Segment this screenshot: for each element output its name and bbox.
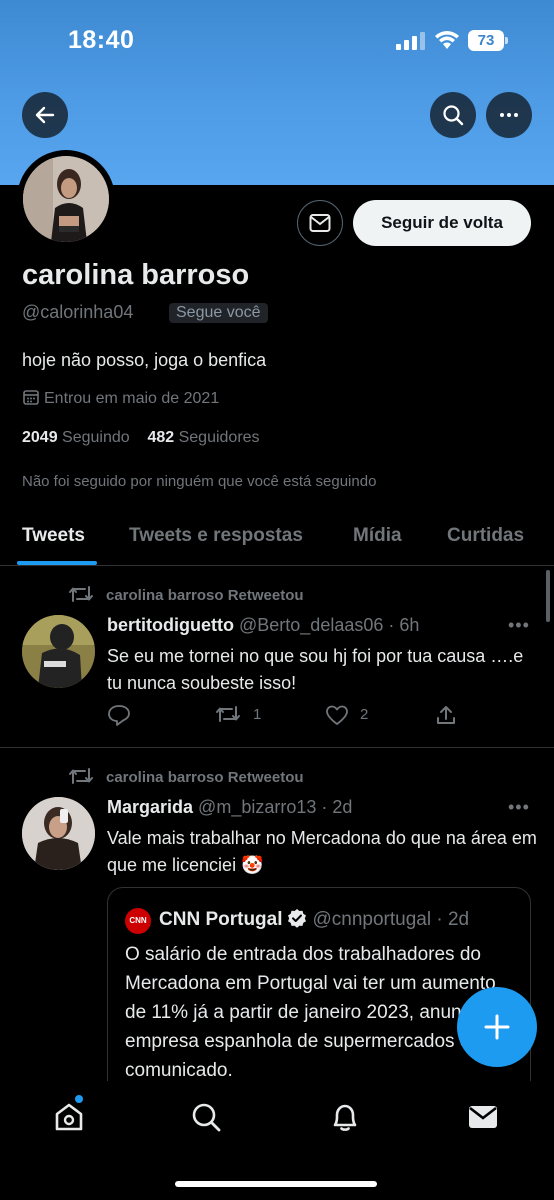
profile-avatar[interactable] <box>23 156 109 242</box>
following-count: 2049 <box>22 429 58 446</box>
tab-media[interactable]: Mídia <box>353 525 402 547</box>
compose-icon <box>484 1014 510 1040</box>
search-button[interactable] <box>430 92 476 138</box>
battery-level: 73 <box>468 30 504 51</box>
reply-icon <box>108 705 130 726</box>
retweet-icon <box>216 706 240 722</box>
profile-handle: @calorinha04 <box>22 302 134 322</box>
share-button[interactable] <box>435 704 457 730</box>
tweet-author-name[interactable]: bertitodiguetto <box>107 615 234 635</box>
profile-tabs: Tweets Tweets e respostas Mídia Curtidas <box>0 508 554 566</box>
nav-search[interactable] <box>190 1101 222 1138</box>
tweet-text: Se eu me tornei no que sou hj foi por tu… <box>107 646 524 693</box>
quoted-tweet[interactable]: CNN CNN Portugal @cnnportugal · 2d O sal… <box>107 887 531 1107</box>
tweet[interactable]: carolina barroso Retweetou bertitodiguet… <box>0 567 554 748</box>
status-time: 18:40 <box>68 26 135 54</box>
home-indicator <box>175 1181 377 1187</box>
quoted-tweet-text: O salário de entrada dos trabalhadores d… <box>125 944 513 1081</box>
avatar-image <box>23 156 109 242</box>
notifications-icon <box>333 1104 357 1131</box>
tweet-actions: 1 2 <box>107 704 467 726</box>
tweet-author-name[interactable]: Margarida <box>107 797 193 817</box>
back-button[interactable] <box>22 92 68 138</box>
tweet-author-avatar[interactable] <box>22 797 95 870</box>
home-icon <box>55 1103 83 1131</box>
retweet-icon <box>69 768 93 784</box>
tweet-author-avatar[interactable] <box>22 615 95 688</box>
wifi-icon <box>435 31 459 49</box>
retweet-count: 1 <box>253 706 262 723</box>
home-notification-dot <box>75 1095 83 1103</box>
tweet-text: Vale mais trabalhar no Mercadona do que … <box>107 828 537 875</box>
active-tab-indicator <box>17 561 97 565</box>
quoted-author-name: CNN Portugal <box>159 909 283 930</box>
tab-tweets[interactable]: Tweets <box>22 525 85 547</box>
tweet-header: Margarida @m_bizarro13 · 2d <box>107 797 352 818</box>
profile-display-name: carolina barroso <box>22 259 250 291</box>
followers-link[interactable]: 482 Seguidores <box>147 429 259 446</box>
tab-likes[interactable]: Curtidas <box>447 525 524 547</box>
retweet-context: carolina barroso Retweetou <box>68 584 304 604</box>
share-icon <box>437 706 455 724</box>
tweet-more-icon[interactable]: ••• <box>508 615 530 636</box>
retweet-icon <box>69 586 93 602</box>
profile-bio: hoje não posso, joga o benfica <box>22 350 267 370</box>
verified-icon <box>287 909 306 928</box>
retweet-label: carolina barroso Retweetou <box>106 587 304 604</box>
message-icon <box>309 214 331 232</box>
following-link[interactable]: 2049 Seguindo <box>22 429 130 446</box>
follow-back-button[interactable]: Seguir de volta <box>353 200 531 246</box>
retweet-label: carolina barroso Retweetou <box>106 769 304 786</box>
followers-label: Seguidores <box>178 429 260 446</box>
nav-notifications[interactable] <box>329 1101 361 1138</box>
battery-icon: 73 <box>468 30 508 51</box>
follow-stats: 2049 Seguindo 482 Seguidores <box>22 429 260 447</box>
reply-button[interactable] <box>107 704 131 730</box>
tweet-author-handle: @m_bizarro13 · 2d <box>198 797 353 817</box>
signal-icon <box>396 32 425 50</box>
search-icon <box>192 1103 221 1132</box>
messages-icon <box>469 1106 497 1128</box>
tweet-more-icon[interactable]: ••• <box>508 797 530 818</box>
profile-avatar-frame <box>17 150 115 248</box>
more-icon <box>500 113 518 117</box>
retweet-button[interactable]: 1 <box>215 704 261 728</box>
follows-you-badge: Segue você <box>169 303 268 323</box>
joined-date: Entrou em maio de 2021 <box>22 388 219 408</box>
search-icon <box>443 105 464 126</box>
back-arrow-icon <box>35 106 55 124</box>
message-button[interactable] <box>297 200 343 246</box>
following-label: Seguindo <box>62 429 130 446</box>
retweet-context: carolina barroso Retweetou <box>68 766 304 786</box>
nav-home[interactable] <box>53 1101 85 1138</box>
mutual-followers-note: Não foi seguido por ninguém que você est… <box>22 473 377 490</box>
compose-tweet-button[interactable] <box>457 987 537 1067</box>
tweet-header: bertitodiguetto @Berto_delaas06 · 6h <box>107 615 419 636</box>
nav-messages[interactable] <box>467 1101 499 1138</box>
tweet-author-handle: @Berto_delaas06 · 6h <box>239 615 420 635</box>
like-icon <box>326 705 348 725</box>
tab-tweets-and-replies[interactable]: Tweets e respostas <box>129 525 303 547</box>
cnn-logo: CNN <box>125 908 151 934</box>
calendar-icon <box>23 390 39 405</box>
like-button[interactable]: 2 <box>325 704 368 730</box>
followers-count: 482 <box>147 429 175 446</box>
like-count: 2 <box>360 706 369 723</box>
more-options-button[interactable] <box>486 92 532 138</box>
quoted-tweet-header: CNN Portugal @cnnportugal · 2d <box>159 908 469 931</box>
joined-date-text: Entrou em maio de 2021 <box>44 390 220 407</box>
status-bar: 18:40 73 <box>0 0 554 80</box>
quoted-author-handle: @cnnportugal · 2d <box>312 909 470 930</box>
